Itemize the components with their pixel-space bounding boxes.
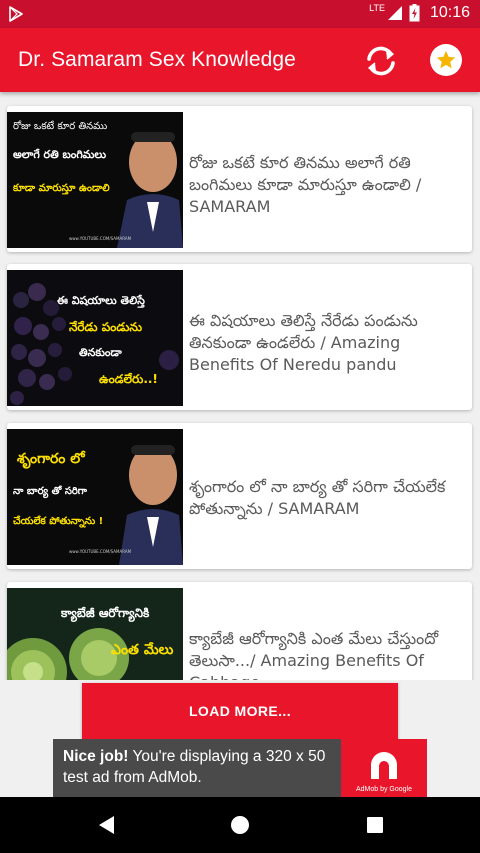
article-thumbnail[interactable]: శృంగారం లో నా బార్య తో సరిగా చేయలేక పోతు… <box>7 429 183 565</box>
ad-headline: Nice job! <box>63 748 129 765</box>
article-card[interactable]: ఈ విషయాలు తెలిస్తే నేరేడు పండును తినకుండ… <box>7 264 472 410</box>
article-card[interactable]: రోజు ఒకటే కూర తినము అలాగే రతి బంగిమలు కూ… <box>7 106 472 252</box>
article-thumbnail[interactable]: ఈ విషయాలు తెలిస్తే నేరేడు పండును తినకుండ… <box>7 270 183 406</box>
app-bar: Dr. Samaram Sex Knowledge <box>0 28 480 92</box>
thumbnail-text: ఉండలేరు..! <box>99 372 158 386</box>
navigation-bar <box>0 797 480 853</box>
admob-caption: AdMob by Google <box>355 786 413 793</box>
recents-icon[interactable] <box>366 814 384 836</box>
refresh-icon <box>367 46 395 76</box>
article-thumbnail[interactable]: రోజు ఒకటే కూర తినము అలాగే రతి బంగిమలు కూ… <box>7 112 183 248</box>
thumbnail-caption: www.YOUTUBE.COM/SAMARAM <box>69 549 132 554</box>
signal-icon <box>387 6 402 20</box>
article-list[interactable]: రోజు ఒకటే కూర తినము అలాగే రతి బంగిమలు కూ… <box>0 92 480 680</box>
thumbnail-text: నా బార్య తో సరిగా <box>13 486 87 497</box>
article-card[interactable]: శృంగారం లో నా బార్య తో సరిగా చేయలేక పోతు… <box>7 423 472 569</box>
thumbnail-text: ఈ విషయాలు తెలిస్తే <box>57 294 145 307</box>
ad-banner[interactable]: Nice job! You're displaying a 320 x 50 t… <box>53 739 427 797</box>
article-title[interactable]: రోజు ఒకటే కూర తినము అలాగే రతి బంగిమలు కూ… <box>189 152 464 218</box>
article-thumbnail[interactable]: క్యాబేజీ ఆరోగ్యానికి ఎంత మేలు <box>7 588 183 680</box>
article-card[interactable]: క్యాబేజీ ఆరోగ్యానికి ఎంత మేలు క్యాబేజీ ఆ… <box>7 582 472 680</box>
thumbnail-text: అలాగే రతి బంగిమలు <box>13 148 106 161</box>
back-icon[interactable] <box>96 814 116 836</box>
play-store-icon <box>9 6 23 22</box>
thumbnail-text: ఎంత మేలు <box>111 642 174 658</box>
star-icon <box>436 50 456 69</box>
favorites-button[interactable] <box>430 44 462 76</box>
thumbnail-text: రోజు ఒకటే కూర తినము <box>13 121 108 132</box>
thumbnail-caption: www.YOUTUBE.COM/SAMARAM <box>69 236 132 241</box>
thumbnail-text: తినకుండా <box>79 346 122 359</box>
status-bar: LTE 10:16 <box>0 0 480 28</box>
refresh-button[interactable] <box>362 42 400 80</box>
home-icon[interactable] <box>229 814 251 836</box>
thumbnail-text: కూడా మారుస్తూ ఉండాలి <box>13 183 110 194</box>
thumbnail-text: చేయలేక పోతున్నాను ! <box>13 516 104 527</box>
load-more-button[interactable]: LOAD MORE... <box>82 683 398 739</box>
article-title[interactable]: ఈ విషయాలు తెలిస్తే నేరేడు పండును తినకుండ… <box>189 310 464 376</box>
ad-text: Nice job! You're displaying a 320 x 50 t… <box>63 746 343 788</box>
network-label: LTE <box>369 3 385 13</box>
article-title[interactable]: శృంగారం లో నా బార్య తో సరిగా చేయలేక పోతు… <box>189 476 464 520</box>
thumbnail-text: శృంగారం లో <box>17 451 85 467</box>
thumbnail-text: క్యాబేజీ ఆరోగ్యానికి <box>61 606 150 620</box>
app-title: Dr. Samaram Sex Knowledge <box>18 48 296 71</box>
article-title[interactable]: క్యాబేజీ ఆరోగ్యానికి ఎంత మేలు చేస్తుందో … <box>189 628 464 680</box>
battery-icon <box>409 4 420 22</box>
thumbnail-text: నేరేడు పండును <box>69 320 142 334</box>
clock: 10:16 <box>429 4 470 21</box>
admob-icon <box>371 752 397 779</box>
admob-logo: AdMob by Google <box>341 739 427 797</box>
